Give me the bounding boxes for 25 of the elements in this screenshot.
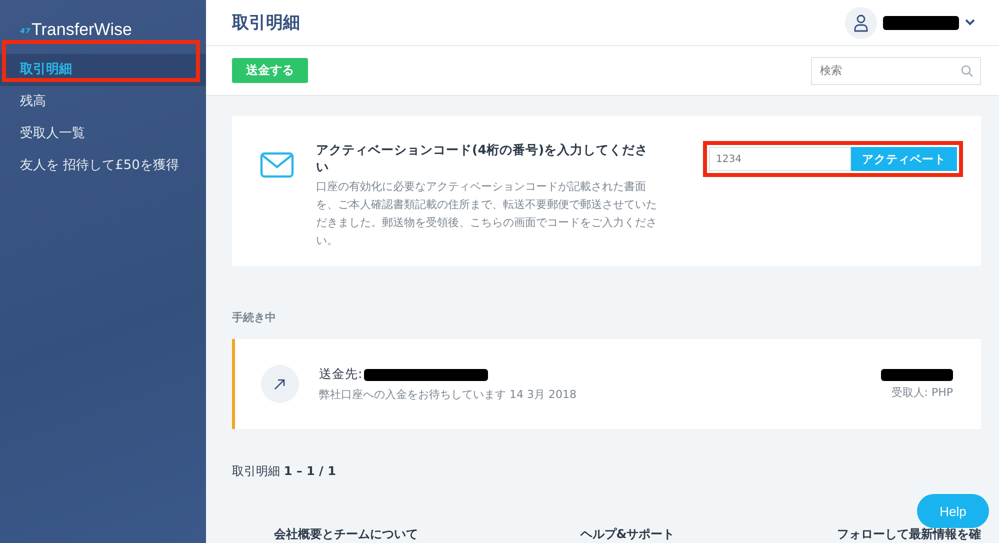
activation-title: アクティベーションコード(4桁の番号)を入力してください [316, 142, 650, 176]
transfer-status: 弊社口座への入金をお待ちしています 14 3月 2018 [319, 387, 576, 402]
sidebar-item[interactable]: 友人を 招待して£50を獲得 [0, 150, 206, 182]
recipient-currency: 受取人: PHP [891, 384, 953, 400]
transfer-card[interactable]: 送金先: 弊社口座への入金をお待ちしています 14 3月 2018 受取人: PHP [232, 339, 981, 429]
activation-description: 口座の有効化に必要なアクティベーションコードが記載された書面を、ご本人確認書類記載の住所まで、転送不要郵便で郵送させていただきました。郵送物を受領後、こちらの画面でコードをご入力ください。 [316, 179, 658, 249]
sidebar-item[interactable]: 受取人一覧 [0, 118, 206, 150]
history-summary: 取引明細 1 – 1 / 1 [232, 463, 337, 480]
code-input-field[interactable]: 1234 [709, 147, 851, 171]
search-icon [961, 64, 973, 77]
footer-heading: ヘルプ&サポート [580, 526, 675, 543]
footer-heading: 会社概要とチームについて [274, 526, 418, 543]
search-field[interactable]: 検索 [811, 56, 981, 85]
section-heading: 手続き中 [232, 310, 277, 325]
sidebar-item[interactable]: 残高 [0, 86, 206, 118]
envelope-icon [260, 152, 294, 178]
footer-heading: フォローして最新情報を確 [837, 526, 981, 543]
chevron-down-icon[interactable] [965, 19, 975, 26]
page-title: 取引明細 [232, 12, 300, 34]
logo-text: TransferWise [32, 20, 132, 40]
redaction-mark [881, 368, 953, 380]
logo-mark: ⁴⁷ [20, 26, 31, 40]
user-avatar-icon[interactable] [845, 6, 877, 39]
recipient-label: 送金先: [319, 366, 362, 383]
arrow-up-right-icon [261, 365, 299, 403]
